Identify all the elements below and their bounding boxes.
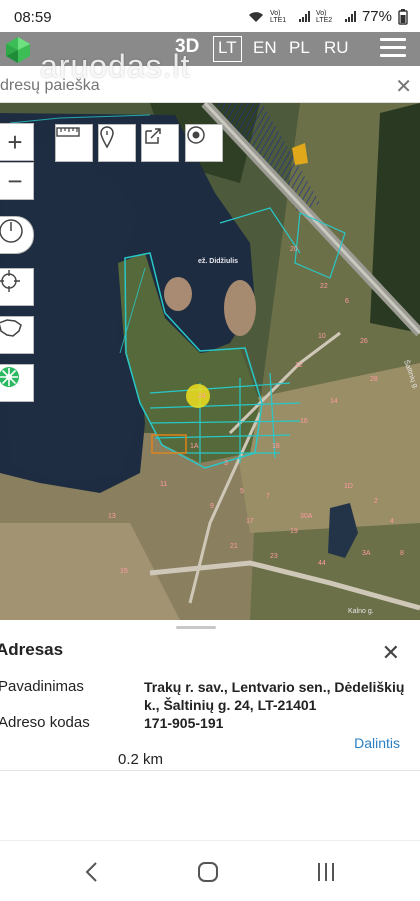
svg-text:4: 4 [390, 518, 394, 525]
place-marker-button[interactable] [98, 124, 136, 162]
svg-text:26: 26 [360, 338, 368, 345]
lake-label: ež. Didžiulis [198, 258, 238, 265]
svg-text:23: 23 [270, 553, 278, 560]
system-nav-bar [0, 840, 420, 901]
zoom-in-button[interactable]: + [0, 123, 34, 161]
pin-icon [100, 126, 114, 149]
zoom-out-button[interactable]: − [0, 162, 34, 200]
sim1-indicator: Vo) LTE1 [269, 9, 287, 24]
svg-text:6: 6 [345, 298, 349, 305]
signal-icon [298, 10, 310, 22]
layers-button[interactable] [0, 364, 34, 402]
svg-text:5: 5 [240, 488, 244, 495]
app-toolbar: 3D LT EN PL RU [0, 32, 420, 66]
share-link[interactable]: Dalintis [354, 735, 400, 751]
record-location-button[interactable] [185, 124, 223, 162]
svg-text:8: 8 [400, 550, 404, 557]
address-name-label: Pavadinimas [0, 678, 84, 695]
svg-text:19: 19 [290, 528, 298, 535]
share-map-button[interactable] [141, 124, 179, 162]
app-logo-icon[interactable] [4, 36, 32, 64]
lithuania-map-icon [0, 319, 22, 337]
divider [0, 770, 420, 771]
svg-text:24: 24 [198, 393, 206, 400]
country-view-button[interactable] [0, 316, 34, 354]
signal-icon-2 [344, 10, 356, 22]
crosshair-icon [0, 270, 20, 292]
svg-text:14: 14 [330, 398, 338, 405]
svg-text:30A: 30A [300, 513, 313, 520]
home-icon[interactable] [197, 861, 219, 883]
svg-text:13: 13 [108, 513, 116, 520]
svg-text:16: 16 [300, 418, 308, 425]
menu-icon[interactable] [380, 38, 406, 60]
address-code-label: Adreso kodas [0, 714, 90, 731]
panel-drag-handle[interactable] [176, 626, 216, 629]
battery-percent: 77% [361, 8, 392, 25]
svg-text:3A: 3A [362, 550, 371, 557]
svg-text:1A: 1A [190, 443, 199, 450]
svg-text:11: 11 [160, 481, 167, 488]
satellite-map[interactable]: 20 22 6 26 28 10 12 14 16 18 24 1A 3 5 7… [0, 103, 420, 620]
svg-text:3: 3 [224, 460, 228, 467]
back-icon[interactable] [84, 861, 100, 883]
close-icon[interactable]: ✕ [382, 640, 400, 666]
svg-text:17: 17 [246, 518, 254, 525]
clear-search-icon[interactable]: ✕ [395, 74, 412, 99]
lang-button-lt[interactable]: LT [213, 36, 242, 62]
address-code-value: 171-905-191 [144, 715, 224, 731]
svg-text:18: 18 [272, 443, 280, 450]
svg-text:21: 21 [230, 543, 238, 550]
svg-text:44: 44 [318, 560, 326, 567]
ruler-icon [56, 127, 80, 137]
lang-button-ru[interactable]: RU [324, 36, 349, 60]
map-view[interactable]: 20 22 6 26 28 10 12 14 16 18 24 1A 3 5 7… [0, 103, 420, 620]
svg-text:7: 7 [266, 493, 270, 500]
svg-text:2: 2 [374, 498, 378, 505]
my-location-button[interactable] [0, 268, 34, 306]
measure-button[interactable] [55, 124, 93, 162]
battery-icon [398, 8, 408, 25]
distance-value: 0.2 km [118, 751, 164, 768]
3d-toggle-button[interactable]: 3D [175, 36, 199, 58]
svg-text:28: 28 [370, 376, 378, 383]
status-time: 08:59 [14, 9, 52, 26]
target-icon [187, 126, 205, 144]
address-search-bar: ✕ [0, 68, 420, 104]
layers-wheel-icon [0, 367, 19, 387]
address-search-input[interactable] [0, 68, 382, 104]
wifi-icon [248, 11, 263, 22]
recent-apps-icon[interactable] [315, 861, 337, 883]
svg-text:15: 15 [120, 568, 128, 575]
parcel-number: 20 [290, 246, 298, 253]
lang-button-en[interactable]: EN [253, 36, 277, 60]
status-bar: 08:59 Vo) LTE1 Vo) LTE2 77% [0, 0, 420, 32]
lang-button-pl[interactable]: PL [289, 36, 310, 60]
svg-text:12: 12 [295, 362, 303, 369]
svg-text:1D: 1D [344, 483, 353, 490]
sim2-indicator: Vo) LTE2 [315, 9, 333, 24]
address-info-panel: Adresas ✕ Pavadinimas Trakų r. sav., Len… [0, 620, 420, 790]
panel-title: Adresas [0, 640, 64, 659]
address-name-value: Trakų r. sav., Lentvario sen., Dėdeliški… [144, 679, 405, 713]
svg-text:10: 10 [318, 333, 326, 340]
compass-icon [0, 219, 23, 243]
share-icon [145, 128, 161, 144]
status-icons: Vo) LTE1 Vo) LTE2 77% [248, 8, 408, 25]
svg-text:9: 9 [210, 503, 214, 510]
road-label-kalno: Kalno g. [348, 608, 374, 615]
svg-text:22: 22 [320, 283, 328, 290]
compass-button[interactable] [0, 216, 34, 254]
